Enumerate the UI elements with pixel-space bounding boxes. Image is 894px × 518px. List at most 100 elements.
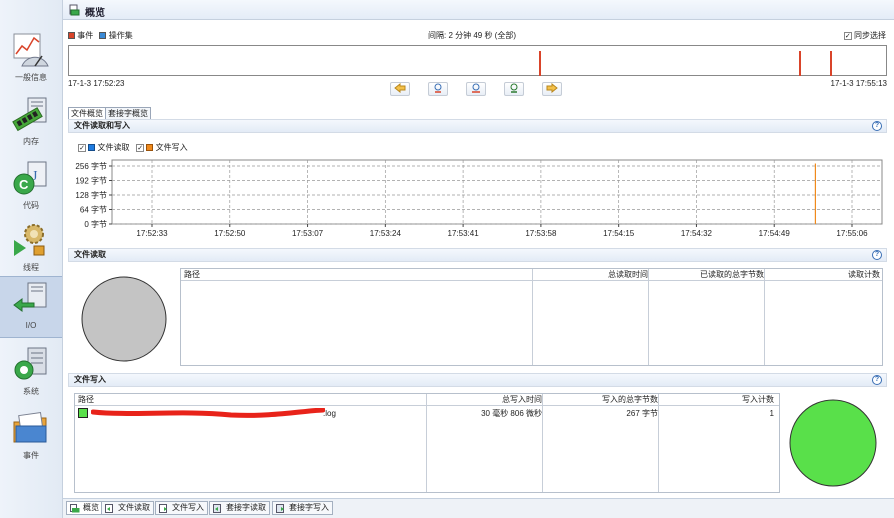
write-pie-slice [789,399,877,487]
file-read-icon [105,504,113,513]
col-header-read-count[interactable]: 读取计数 [765,269,880,281]
write-pie-chart [789,399,877,487]
zoom-in-icon [434,83,442,93]
col-header-path[interactable]: 路径 [78,394,94,406]
tab-file-read[interactable]: 文件读取 [101,501,154,515]
socket-write-icon [276,504,284,513]
tab-socket-write[interactable]: 套接字写入 [272,501,333,515]
read-table: 路径 总读取时间 已读取的总字节数 读取计数 [180,268,883,366]
timeline-event-mark [539,51,541,76]
sidebar-item-system[interactable]: 系统 [0,342,62,404]
help-icon[interactable]: ? [872,375,882,385]
read-swatch [88,144,96,152]
col-header-path[interactable]: 路径 [184,269,200,281]
thread-gears-icon [14,224,45,256]
chart-gauge-icon [13,33,49,67]
y-tick-label: 0 字节 [84,219,107,229]
y-tick-label: 192 字节 [75,176,107,186]
legend-event-label: 事件 [77,31,94,40]
sidebar-item-label: 代码 [23,201,39,210]
row-write-bytes: 267 字节 [626,409,658,418]
overview-icon [69,4,80,16]
timeline-start-time: 17-1-3 17:52:23 [68,79,125,88]
page-title: 概览 [85,8,105,19]
write-section-header: 文件写入 ? [68,373,887,387]
col-header-write-count[interactable]: 写入计数 [659,394,774,406]
tab-overview[interactable]: 概览 [66,501,103,515]
x-tick-label: 17:52:33 [136,229,168,238]
read-series-checkbox[interactable]: ✓ [78,143,86,152]
x-tick-label: 17:53:58 [525,229,557,238]
column-divider [764,269,765,365]
tab-label: 套接字写入 [289,503,329,512]
write-swatch [146,144,154,152]
sidebar-item-label: 内存 [23,137,39,146]
checkbox-icon[interactable]: ✓ [843,31,852,40]
x-tick-label: 17:52:50 [214,229,246,238]
help-icon[interactable]: ? [872,250,882,260]
sidebar-item-label: I/O [25,321,37,330]
section-title: 文件读取和写入 [74,121,130,130]
row-write-time: 30 毫秒 806 微秒 [481,409,542,418]
tab-file-overview[interactable]: 文件概览 [68,107,106,119]
section-title: 文件读取 [74,250,106,259]
write-series-checkbox[interactable]: ✓ [136,143,145,152]
timeline-event-mark [799,51,801,76]
sidebar: 一般信息 内存 J C 代码 线程 I/O 系统 事件 [0,0,63,518]
tab-socket-overview[interactable]: 套接字概览 [105,107,151,119]
legend-opset-label: 操作集 [108,31,133,40]
zoom-fit-button[interactable] [504,82,524,96]
col-header-read-bytes[interactable]: 已读取的总字节数 [649,269,764,281]
sidebar-item-general[interactable]: 一般信息 [0,28,62,90]
forward-button[interactable] [542,82,562,96]
table-row[interactable]: .log 30 毫秒 806 微秒 267 字节 1 [75,407,779,419]
opset-swatch [99,32,107,39]
sidebar-item-memory[interactable]: 内存 [0,92,62,154]
timeline-event-mark [830,51,832,76]
x-tick-label: 17:54:15 [603,229,635,238]
help-icon[interactable]: ? [872,121,882,131]
file-write-icon [159,504,167,513]
redaction-mark [91,408,325,418]
col-header-write-bytes[interactable]: 写入的总字节数 [543,394,658,406]
x-tick-label: 17:54:32 [681,229,713,238]
timeline-range[interactable] [68,45,887,76]
read-pie-chart [81,276,167,362]
read-section-header: 文件读取 ? [68,248,887,262]
svg-text:C: C [19,177,29,192]
zoom-in-button[interactable] [428,82,448,96]
row-path: .log [323,409,336,418]
column-divider [648,269,649,365]
overview-icon [70,504,80,513]
write-table: 路径 总写入时间 写入的总字节数 写入计数 .log 30 毫秒 806 微秒 … [74,393,780,493]
io-section-header: 文件读取和写入 ? [68,119,887,133]
sync-selection-checkbox[interactable]: ✓ 同步选择 [843,30,886,41]
timeline-legend: 事件 操作集 间隔: 2 分钟 49 秒 (全部) ✓ 同步选择 [68,30,888,42]
y-tick-label: 128 字节 [75,190,107,200]
sidebar-item-threads[interactable]: 线程 [0,218,62,280]
legend-write-label: 文件写入 [155,143,188,152]
sidebar-item-io[interactable]: I/O [0,276,62,338]
x-tick-label: 17:53:41 [448,229,480,238]
system-server-icon [14,347,47,380]
code-class-icon: J C [13,161,47,195]
event-swatch [68,32,75,39]
zoom-out-button[interactable] [466,82,486,96]
x-tick-label: 17:54:49 [759,229,791,238]
memory-chip-icon [12,97,47,132]
col-header-write-time[interactable]: 总写入时间 [427,394,542,406]
app-root: 一般信息 内存 J C 代码 线程 I/O 系统 事件 概览 事件 操作集 间隔… [0,0,894,518]
tab-file-write[interactable]: 文件写入 [155,501,208,515]
tab-label: 概览 [83,503,99,512]
forward-arrow-icon [546,82,558,94]
column-divider [532,269,533,365]
back-button[interactable] [390,82,410,96]
timeline-nav [388,82,578,98]
col-header-read-time[interactable]: 总读取时间 [533,269,648,281]
zoom-out-icon [472,83,480,93]
sidebar-item-events[interactable]: 事件 [0,406,62,468]
sidebar-item-code[interactable]: J C 代码 [0,156,62,218]
back-arrow-icon [394,82,406,94]
tab-label: 套接字读取 [226,503,266,512]
tab-socket-read[interactable]: 套接字读取 [209,501,270,515]
